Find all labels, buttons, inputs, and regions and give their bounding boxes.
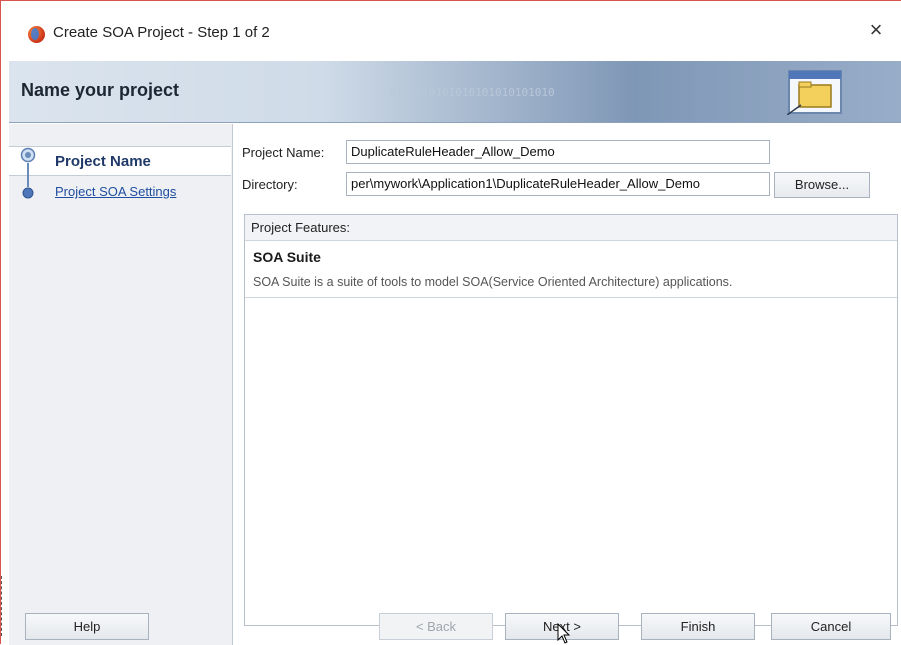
jdeveloper-icon xyxy=(28,26,45,43)
page-title: Name your project xyxy=(21,80,180,100)
project-features-header: Project Features: xyxy=(245,215,897,241)
current-step-icon xyxy=(20,147,36,163)
nav-item-project-name[interactable]: Project Name xyxy=(9,146,231,176)
directory-input[interactable]: per\mywork\Application1\DuplicateRuleHea… xyxy=(346,172,770,196)
cancel-button[interactable]: Cancel xyxy=(771,613,891,640)
project-name-input[interactable]: DuplicateRuleHeader_Allow_Demo xyxy=(346,140,770,164)
mouse-cursor-icon xyxy=(557,623,571,644)
feature-description: SOA Suite is a suite of tools to model S… xyxy=(253,275,733,289)
help-button[interactable]: Help xyxy=(25,613,149,640)
wizard-content: Project Name: DuplicateRuleHeader_Allow_… xyxy=(234,124,901,645)
create-soa-project-dialog: Create SOA Project - Step 1 of 2 × Name … xyxy=(0,0,901,645)
divider xyxy=(1,576,2,636)
back-button[interactable]: < Back xyxy=(379,613,493,640)
banner-decoration: 0101010101010101010101010 xyxy=(389,86,555,99)
nav-item-label: Project SOA Settings xyxy=(55,184,177,199)
step-icon xyxy=(22,187,34,199)
feature-title[interactable]: SOA Suite xyxy=(253,249,321,265)
nav-item-label: Project Name xyxy=(55,153,151,170)
project-features-label: Project Features: xyxy=(251,220,350,235)
project-features-panel: Project Features: SOA Suite SOA Suite is… xyxy=(244,214,898,626)
wizard-banner: Name your project 0101010101010101010101… xyxy=(9,61,901,123)
window-title: Create SOA Project - Step 1 of 2 xyxy=(53,24,270,41)
step-connector xyxy=(27,163,29,187)
folder-icon xyxy=(787,70,842,115)
wizard-steps-nav: Project Name Project SOA Settings xyxy=(9,124,233,645)
nav-item-project-soa-settings[interactable]: Project SOA Settings xyxy=(9,178,231,208)
directory-label: Directory: xyxy=(242,177,298,192)
finish-button[interactable]: Finish xyxy=(641,613,755,640)
divider xyxy=(245,297,897,298)
browse-button[interactable]: Browse... xyxy=(774,172,870,198)
title-bar: Create SOA Project - Step 1 of 2 × xyxy=(1,1,901,61)
close-icon[interactable]: × xyxy=(863,17,889,43)
project-name-label: Project Name: xyxy=(242,145,325,160)
